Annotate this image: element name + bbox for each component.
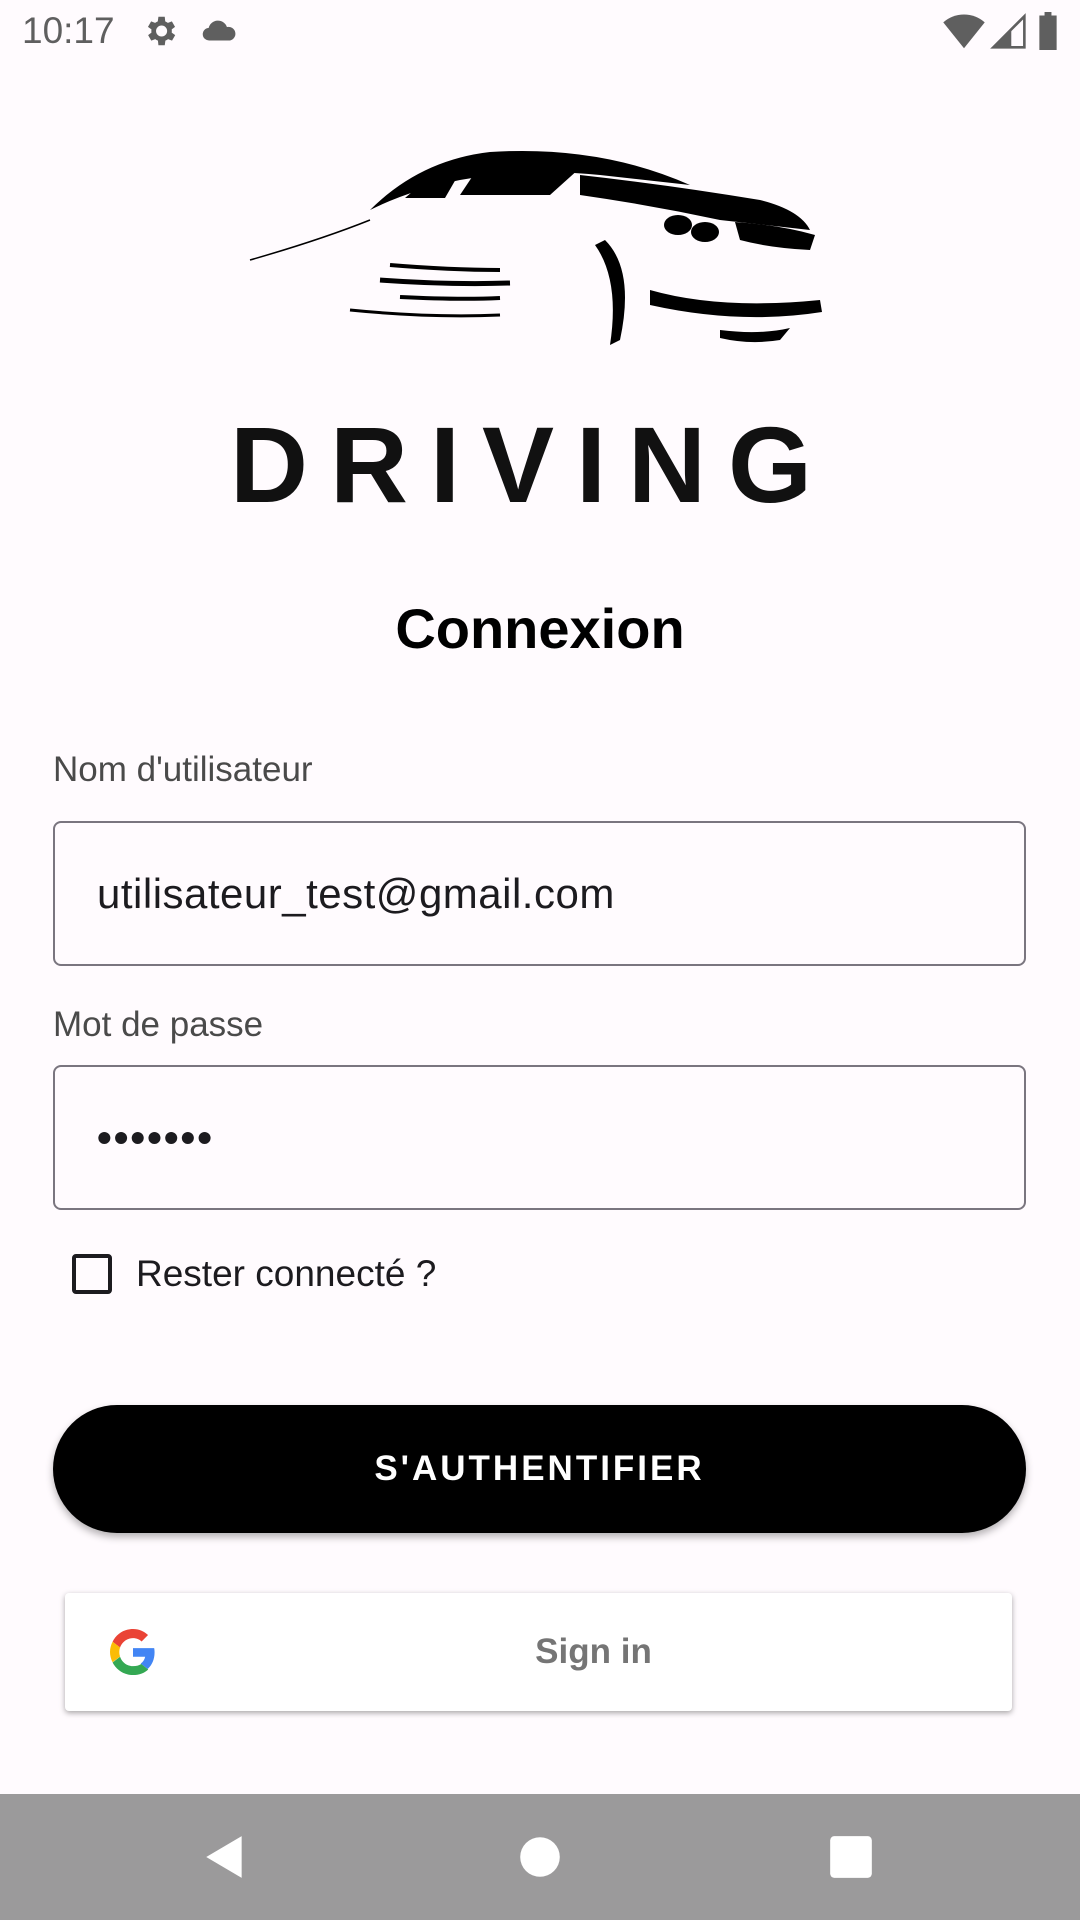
app-logo: DRIVING [200,140,880,520]
remember-me-checkbox[interactable] [72,1254,112,1294]
status-time: 10:17 [22,10,115,51]
back-icon[interactable] [200,1832,250,1882]
password-label: Mot de passe [53,1005,264,1044]
username-value: utilisateur_test@gmail.com [97,869,615,917]
password-field[interactable]: ••••••• [53,1065,1026,1210]
username-label: Nom d'utilisateur [53,750,313,789]
recents-icon[interactable] [826,1832,876,1882]
login-button-label: S'AUTHENTIFIER [374,1449,705,1488]
login-button[interactable]: S'AUTHENTIFIER [53,1405,1026,1533]
remember-me-label: Rester connecté ? [136,1253,437,1294]
username-field[interactable]: utilisateur_test@gmail.com [53,821,1026,966]
page-title: Connexion [395,597,685,660]
remember-me-row[interactable]: Rester connecté ? [72,1250,436,1298]
status-bar: 10:17 [0,0,1080,63]
google-sign-in-button[interactable]: Sign in [65,1593,1012,1711]
signal-icon [990,12,1026,55]
settings-icon [141,12,179,55]
battery-icon [1037,12,1059,55]
wifi-icon [943,12,985,55]
navigation-bar [0,1794,1080,1920]
password-value: ••••••• [97,1113,214,1161]
home-icon[interactable] [515,1832,565,1882]
cloud-icon [199,12,239,55]
google-sign-in-label: Sign in [535,1632,652,1671]
logo-wordmark: DRIVING [230,404,834,520]
